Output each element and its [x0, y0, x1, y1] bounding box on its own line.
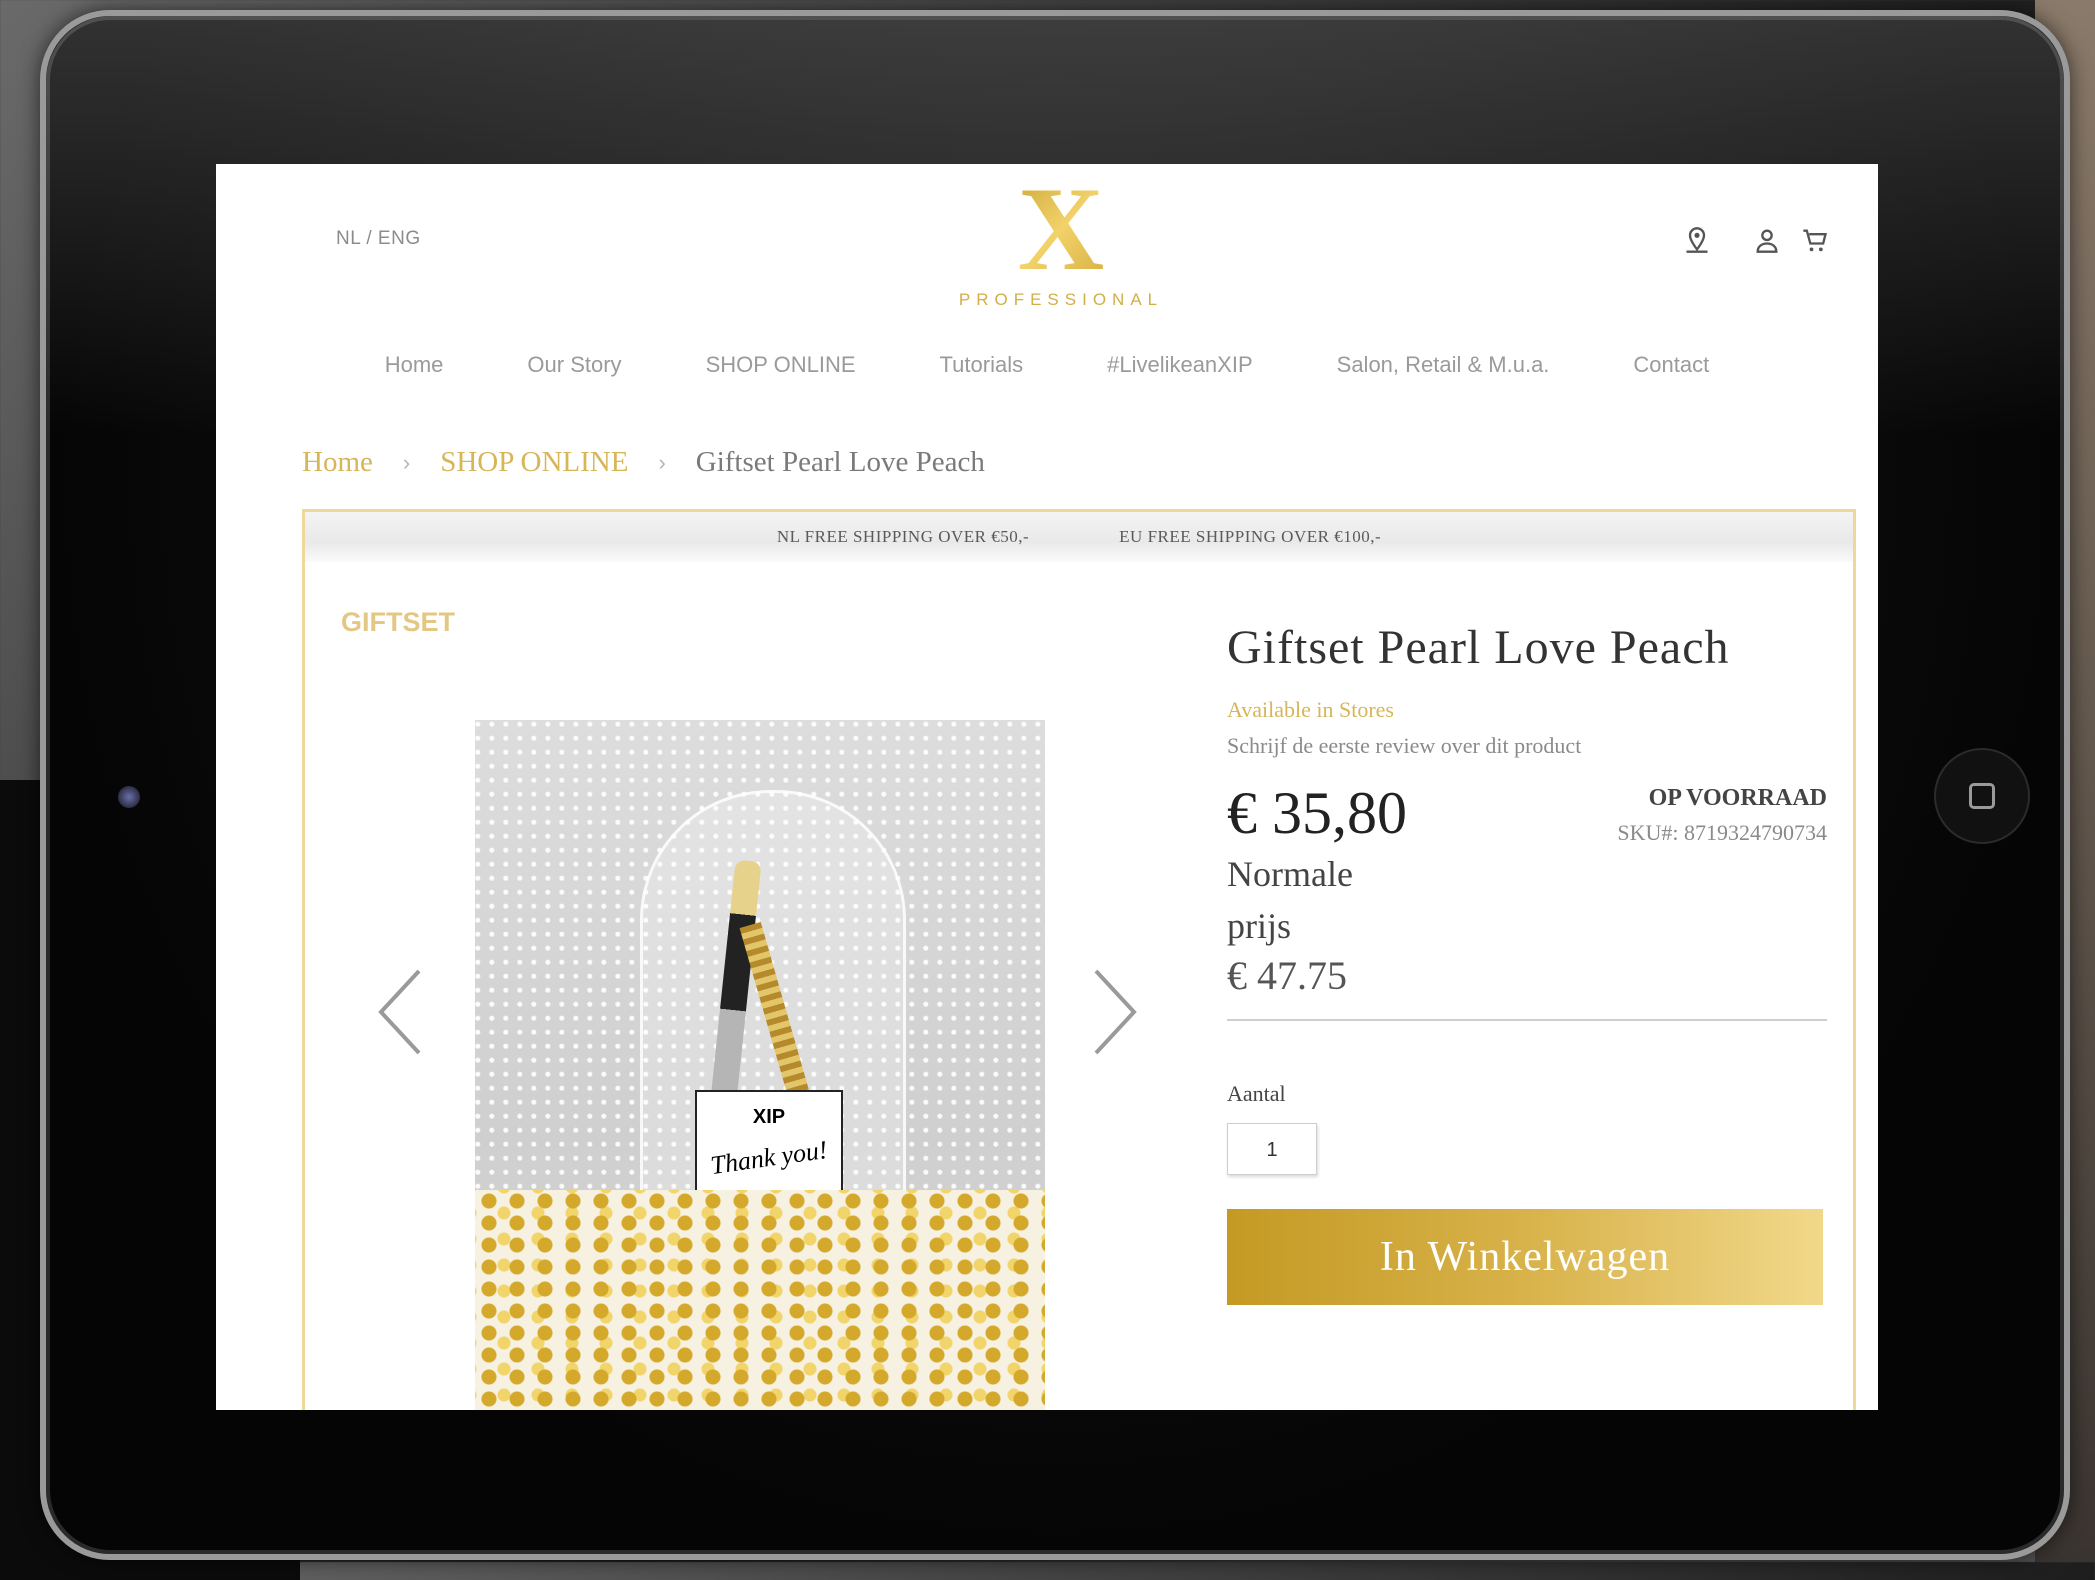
normal-price-label: Normale prijs [1227, 854, 1353, 946]
logo-mark: X [956, 169, 1166, 289]
product-info: Giftset Pearl Love Peach Available in St… [1227, 620, 1827, 1305]
breadcrumb-separator: › [402, 449, 411, 475]
availability-link[interactable]: Available in Stores [1227, 697, 1827, 723]
chevron-right-icon [1094, 969, 1137, 1055]
nav-item-home[interactable]: Home [343, 352, 486, 378]
product-image[interactable]: XIP Thank you! [475, 720, 1045, 1410]
chevron-left-icon [378, 969, 421, 1055]
quantity-label: Aantal [1227, 1081, 1286, 1106]
gallery-prev-button[interactable] [375, 967, 425, 1057]
square-icon [1969, 783, 1995, 809]
breadcrumb-shop-online[interactable]: SHOP ONLINE [440, 446, 628, 479]
stock-status: OP VOORRAAD [1648, 785, 1827, 811]
brand-logo[interactable]: X PROFESSIONAL [956, 169, 1166, 324]
header-icons [1679, 222, 1833, 258]
stock-info: OP VOORRAAD SKU#: 8719324790734 [1617, 785, 1827, 846]
product-category: GIFTSET [341, 607, 455, 637]
breadcrumb-separator: › [658, 449, 666, 475]
cart-icon[interactable] [1797, 222, 1833, 258]
logo-subtitle: PROFESSIONAL [958, 290, 1164, 309]
price-block: € 35,80 Normale prijs € 47.75 OP VOORRAA… [1227, 779, 1827, 1009]
nav-item-livelikeanxip[interactable]: #LivelikeanXIP [1065, 352, 1295, 378]
store-locator-icon[interactable] [1679, 222, 1715, 258]
product-sku: SKU#: 8719324790734 [1617, 820, 1827, 845]
add-to-cart-button[interactable]: In Winkelwagen [1227, 1209, 1823, 1305]
normal-price: € 47.75 [1227, 953, 1347, 998]
card-brand: XIP [752, 1106, 786, 1128]
home-button[interactable] [1934, 748, 2030, 844]
gold-confetti [475, 1190, 1045, 1410]
review-link[interactable]: Schrijf de eerste review over dit produc… [1227, 733, 1827, 759]
breadcrumb: Home › SHOP ONLINE › Giftset Pearl Love … [302, 446, 985, 479]
nav-item-tutorials[interactable]: Tutorials [898, 352, 1066, 378]
camera-icon [118, 786, 140, 808]
language-switch[interactable]: NL / ENG [336, 228, 421, 250]
shipping-nl: NL FREE SHIPPING OVER €50,- [776, 527, 1030, 546]
gallery-next-button[interactable] [1090, 967, 1140, 1057]
tablet-screen: NL / ENG X PROFESSIONAL Home Our Story S… [216, 164, 1878, 1410]
shipping-banner: NL FREE SHIPPING OVER €50,- EU FREE SHIP… [305, 512, 1853, 562]
breadcrumb-current: Giftset Pearl Love Peach [695, 446, 985, 478]
divider [1227, 1019, 1827, 1021]
nav-item-contact[interactable]: Contact [1591, 352, 1751, 378]
main-navigation: Home Our Story SHOP ONLINE Tutorials #Li… [216, 352, 1878, 378]
product-panel: NL FREE SHIPPING OVER €50,- EU FREE SHIP… [302, 509, 1856, 1410]
nav-item-salon-retail[interactable]: Salon, Retail & M.u.a. [1295, 352, 1592, 378]
nav-item-shop-online[interactable]: SHOP ONLINE [664, 352, 898, 378]
nav-item-our-story[interactable]: Our Story [485, 352, 663, 378]
card-script: Thank you! [708, 1134, 830, 1181]
account-icon[interactable] [1749, 222, 1785, 258]
quantity-input[interactable]: 1 [1227, 1123, 1317, 1175]
product-title: Giftset Pearl Love Peach [1227, 621, 1730, 674]
breadcrumb-home[interactable]: Home [302, 446, 373, 479]
shipping-eu: EU FREE SHIPPING OVER €100,- [1119, 527, 1382, 546]
